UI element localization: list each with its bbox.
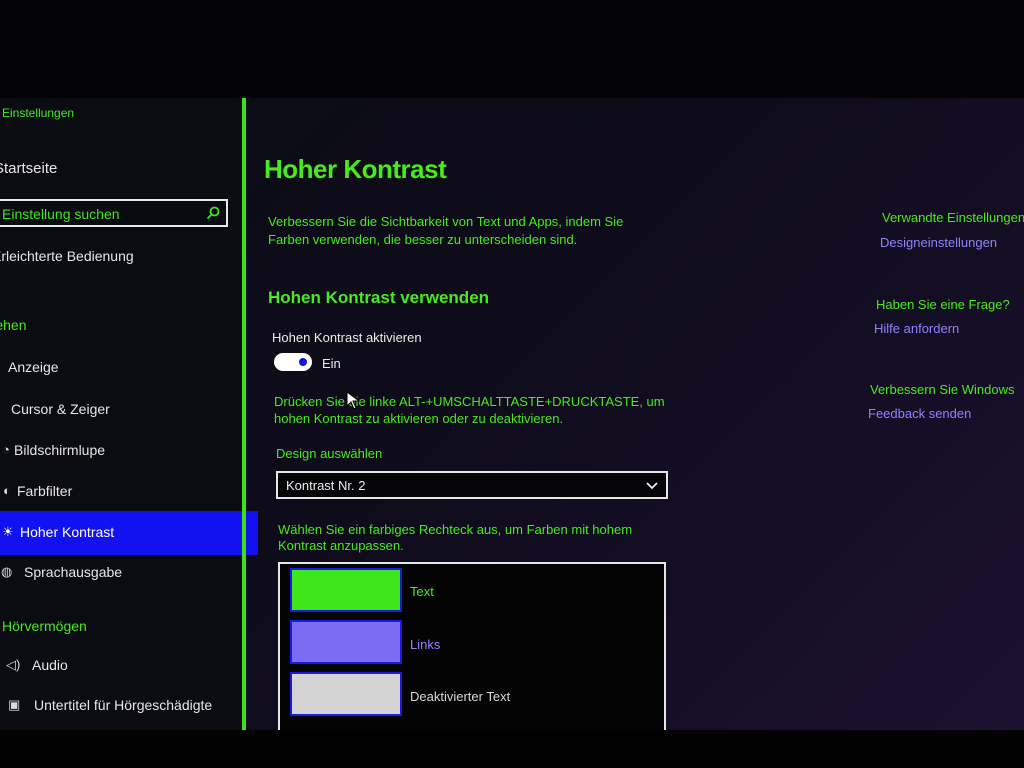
captions-icon: ▣ xyxy=(8,697,21,712)
shortcut-line2: hohen Kontrast zu aktivieren oder zu dea… xyxy=(274,411,564,426)
page-title: Hoher Kontrast xyxy=(264,154,447,184)
design-settings-link[interactable]: Designeinstellungen xyxy=(880,235,997,250)
description-line1: Verbessern Sie die Sichtbarkeit von Text… xyxy=(268,214,624,229)
design-value: Kontrast Nr. 2 xyxy=(286,478,366,493)
design-label: Design auswählen xyxy=(276,446,383,461)
sidebar-ease-of-access: Erleichterte Bedienung xyxy=(0,248,134,264)
sidebar-item-high-contrast[interactable]: ☀ Hoher Kontrast xyxy=(0,511,258,555)
disabled-text-color-swatch[interactable] xyxy=(290,672,402,716)
settings-window: Einstellungen Startseite Einstellung suc… xyxy=(0,98,1024,730)
search-input[interactable]: Einstellung suchen xyxy=(0,199,228,227)
sidebar-item-home[interactable]: Startseite xyxy=(0,160,57,177)
sidebar-item-display[interactable]: Anzeige xyxy=(0,348,258,388)
get-help-link[interactable]: Hilfe anfordern xyxy=(874,321,959,336)
speaker-icon: ◁) xyxy=(6,657,21,672)
sidebar: Einstellungen Startseite Einstellung suc… xyxy=(0,98,258,730)
narrator-icon: ◍ xyxy=(1,564,13,579)
mouse-cursor-icon xyxy=(346,391,361,410)
swatch-label-links: Links xyxy=(410,637,441,652)
swatch-label-text: Text xyxy=(410,584,434,599)
sidebar-item-narrator[interactable]: ◍ Sprachausgabe xyxy=(0,553,258,593)
sidebar-item-cursor[interactable]: Cursor & Zeiger xyxy=(0,390,258,430)
colors-hint-line2: Kontrast anzupassen. xyxy=(278,538,404,553)
search-icon xyxy=(206,206,220,220)
sidebar-item-label: Untertitel für Hörgeschädigte xyxy=(34,697,213,713)
text-color-swatch[interactable] xyxy=(290,568,402,612)
toggle-label: Hohen Kontrast aktivieren xyxy=(272,330,422,345)
design-dropdown[interactable]: Kontrast Nr. 2 xyxy=(276,471,668,499)
sidebar-item-label: Bildschirmlupe xyxy=(14,442,106,458)
contrast-icon: ☀ xyxy=(2,524,14,539)
sidebar-item-label: Audio xyxy=(32,657,68,673)
color-swatches-panel: Text Links Deaktivierter Text xyxy=(278,562,666,730)
sidebar-section-vision: Sehen xyxy=(0,317,27,333)
sidebar-divider xyxy=(242,98,246,730)
main-content: Hoher Kontrast Verbessern Sie die Sichtb… xyxy=(262,98,862,730)
sidebar-item-label: Farbfilter xyxy=(17,483,73,499)
sidebar-item-label: Sprachausgabe xyxy=(24,564,123,580)
app-title: Einstellungen xyxy=(2,106,75,120)
related-settings-heading: Verwandte Einstellungen xyxy=(882,210,1024,225)
sidebar-item-color-filter[interactable]: ◐ Farbfilter xyxy=(0,472,258,512)
monitor-bezel xyxy=(0,730,1024,768)
links-color-swatch[interactable] xyxy=(290,620,402,664)
sidebar-item-label: Anzeige xyxy=(8,359,59,375)
sidebar-section-hearing: Hörvermögen xyxy=(2,618,87,634)
search-placeholder: Einstellung suchen xyxy=(2,206,120,222)
swatch-label-disabled-text: Deaktivierter Text xyxy=(410,689,511,704)
sidebar-item-captions[interactable]: ▣ Untertitel für Hörgeschädigte xyxy=(0,686,258,726)
sidebar-item-audio[interactable]: ◁) Audio xyxy=(0,646,258,686)
question-heading: Haben Sie eine Frage? xyxy=(876,297,1010,312)
section-title: Hohen Kontrast verwenden xyxy=(268,288,490,307)
toggle-state: Ein xyxy=(322,356,341,371)
send-feedback-link[interactable]: Feedback senden xyxy=(868,406,971,421)
toggle-knob xyxy=(299,358,307,366)
high-contrast-toggle[interactable] xyxy=(274,353,312,371)
chevron-down-icon xyxy=(646,482,658,490)
sidebar-item-label: Cursor & Zeiger xyxy=(11,401,110,417)
sidebar-item-magnifier[interactable]: ◔ Bildschirmlupe xyxy=(0,431,258,471)
description-line2: Farben verwenden, die besser zu untersch… xyxy=(268,232,578,247)
related-panel: Verwandte Einstellungen Designeinstellun… xyxy=(862,98,1024,730)
improve-windows-heading: Verbessern Sie Windows xyxy=(870,382,1015,397)
sidebar-item-label: Hoher Kontrast xyxy=(20,524,115,540)
